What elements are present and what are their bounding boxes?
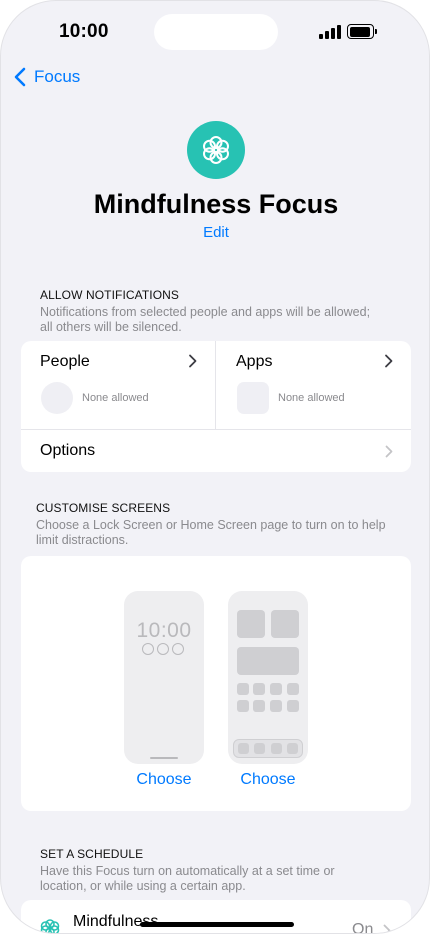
allow-notifications-header: ALLOW NOTIFICATIONS — [40, 288, 180, 302]
lock-screen-widgets — [142, 643, 184, 655]
people-cell[interactable]: People None allowed — [21, 341, 216, 429]
people-status: None allowed — [82, 392, 149, 404]
notifications-card: People None allowed Apps None allowed Op… — [21, 341, 411, 472]
chevron-right-icon — [385, 445, 393, 458]
schedule-header: SET A SCHEDULE — [40, 847, 144, 861]
customise-screens-description: Choose a Lock Screen or Home Screen page… — [36, 518, 386, 547]
schedule-item-status: On — [352, 921, 374, 934]
lock-screen-preview[interactable]: 10:00 — [124, 591, 204, 764]
home-app-icon — [287, 683, 299, 695]
chevron-right-icon — [385, 354, 393, 368]
lock-screen-choose-button[interactable]: Choose — [114, 771, 214, 789]
chevron-right-icon — [189, 354, 197, 368]
home-indicator[interactable] — [140, 922, 294, 927]
home-widget — [237, 647, 299, 675]
options-label: Options — [40, 442, 96, 459]
customise-screens-card: 10:00 Choose Choose — [21, 556, 411, 811]
home-screen-choose-button[interactable]: Choose — [218, 771, 318, 789]
edit-button[interactable]: Edit — [1, 224, 429, 241]
back-label: Focus — [34, 67, 81, 86]
people-avatar-placeholder — [41, 382, 73, 414]
signal-icon — [319, 25, 341, 39]
back-button[interactable]: Focus — [13, 67, 80, 87]
apps-label: Apps — [236, 353, 273, 370]
lock-screen-time: 10:00 — [136, 619, 192, 642]
phone-screen: 10:00 Focus Mindfulness Focus Edit ALLOW… — [0, 0, 430, 934]
options-row[interactable]: Options — [21, 429, 411, 472]
home-app-icon — [270, 683, 282, 695]
home-dock — [233, 739, 303, 758]
battery-icon — [347, 24, 377, 39]
home-app-icon — [253, 683, 265, 695]
customise-screens-header: CUSTOMISE SCREENS — [36, 501, 171, 515]
apps-status: None allowed — [278, 392, 345, 404]
home-app-icon — [253, 700, 265, 712]
home-app-icon — [237, 683, 249, 695]
allow-notifications-description: Notifications from selected people and a… — [40, 305, 371, 334]
home-app-icon — [237, 700, 249, 712]
home-screen-preview[interactable] — [228, 591, 308, 764]
people-label: People — [40, 353, 90, 370]
dynamic-island — [154, 14, 278, 50]
home-widget — [271, 610, 299, 638]
apps-icon-placeholder — [237, 382, 269, 414]
mindfulness-flower-icon — [187, 121, 245, 179]
chevron-right-icon — [383, 924, 391, 933]
schedule-row[interactable]: Mindfulness On — [21, 900, 411, 934]
page-title: Mindfulness Focus — [93, 189, 339, 219]
home-widget — [237, 610, 265, 638]
mindfulness-flower-icon — [40, 919, 60, 933]
home-app-icon — [270, 700, 282, 712]
apps-cell[interactable]: Apps None allowed — [217, 341, 411, 429]
chevron-left-icon — [14, 67, 26, 87]
home-app-icon — [287, 700, 299, 712]
schedule-description: Have this Focus turn on automatically at… — [40, 864, 335, 893]
lock-screen-home-bar — [150, 757, 178, 759]
status-time: 10:00 — [59, 21, 109, 42]
